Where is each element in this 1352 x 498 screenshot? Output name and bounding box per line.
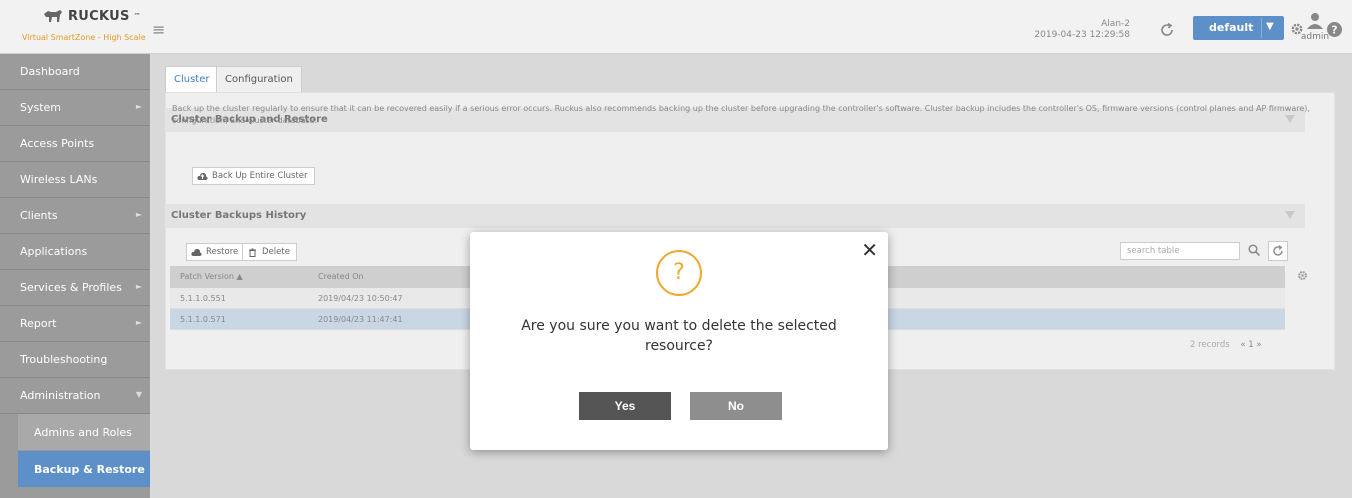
sidebar-item-dashboard[interactable]: Dashboard [0, 54, 150, 90]
column-header-patch-version[interactable]: Patch Version ▲ [180, 272, 243, 281]
svg-text:?: ? [1331, 24, 1337, 37]
help-icon[interactable]: ? [1326, 21, 1343, 38]
sidebar-item-system[interactable]: System ► [0, 90, 150, 126]
arrow-right-icon: ► [135, 282, 142, 291]
sidebar-item-wireless-lans[interactable]: Wireless LANs [0, 162, 150, 198]
confirm-delete-dialog: ✕ ? Are you sure you want to delete the … [470, 232, 888, 450]
domain-selector[interactable]: default ▼ [1193, 16, 1284, 40]
sidebar-subitem-admins-roles[interactable]: Admins and Roles [18, 414, 150, 451]
system-name: Alan-2 [1101, 19, 1130, 29]
close-icon[interactable]: ✕ [861, 238, 878, 262]
ruckus-logo[interactable]: RUCKUS ™ Virtual SmartZone - High Scale [20, 6, 150, 48]
delete-button[interactable]: Delete [242, 243, 297, 261]
no-button[interactable]: No [690, 392, 782, 420]
dialog-message: Are you sure you want to delete the sele… [521, 318, 837, 354]
gear-icon[interactable] [1297, 270, 1308, 281]
cloud-upload-icon [197, 172, 208, 180]
search-icon[interactable] [1248, 244, 1260, 256]
sidebar-item-access-points[interactable]: Access Points [0, 126, 150, 162]
ruckus-dog-icon [44, 10, 62, 22]
caret-down-icon: ▼ [1261, 18, 1274, 38]
section-title: Cluster Backups History [171, 210, 307, 221]
record-count: 2 records « 1 » [1190, 340, 1262, 350]
sidebar-item-applications[interactable]: Applications [0, 234, 150, 270]
trash-icon [249, 248, 256, 257]
restore-button[interactable]: Restore [186, 243, 246, 261]
refresh-icon[interactable] [1159, 22, 1175, 38]
arrow-right-icon: ► [135, 318, 142, 327]
backup-cluster-button[interactable]: Back Up Entire Cluster [192, 167, 315, 185]
table-refresh-button[interactable] [1268, 241, 1288, 261]
sidebar-item-troubleshooting[interactable]: Troubleshooting [0, 342, 150, 378]
brand-name: RUCKUS [68, 8, 130, 24]
tab-configuration[interactable]: Configuration [216, 66, 302, 92]
column-header-created-on[interactable]: Created On [318, 272, 364, 281]
arrow-right-icon: ► [135, 210, 142, 219]
system-time: 2019-04-23 12:29:58 [1034, 30, 1130, 40]
backup-description: Back up the cluster regularly to ensure … [172, 104, 1310, 125]
sidebar-item-clients[interactable]: Clients ► [0, 198, 150, 234]
menu-toggle-icon[interactable]: ≡ [152, 20, 165, 39]
domain-label: default [1209, 21, 1254, 34]
question-icon: ? [656, 250, 702, 296]
refresh-icon [1273, 245, 1283, 256]
top-header: RUCKUS ™ Virtual SmartZone - High Scale ≡… [0, 0, 1352, 54]
sidebar-item-services-profiles[interactable]: Services & Profiles ► [0, 270, 150, 306]
pagination[interactable]: « 1 » [1240, 340, 1261, 350]
search-input[interactable]: search table [1120, 242, 1240, 260]
cloud-download-icon [191, 248, 202, 256]
product-tagline: Virtual SmartZone - High Scale [22, 33, 146, 42]
sidebar-subitem-backup-restore[interactable]: Backup & Restore [18, 451, 150, 488]
arrow-down-icon: ▼ [135, 390, 142, 399]
tab-cluster[interactable]: Cluster [165, 66, 219, 92]
sidebar-item-report[interactable]: Report ► [0, 306, 150, 342]
collapse-icon[interactable] [1285, 211, 1295, 219]
yes-button[interactable]: Yes [579, 392, 671, 420]
arrow-right-icon: ► [135, 102, 142, 111]
history-section-header[interactable]: Cluster Backups History [165, 204, 1305, 228]
user-icon[interactable] [1306, 12, 1324, 30]
sidebar: Dashboard System ► Access Points Wireless… [0, 54, 150, 498]
sidebar-item-administration[interactable]: Administration ▼ [0, 378, 150, 414]
